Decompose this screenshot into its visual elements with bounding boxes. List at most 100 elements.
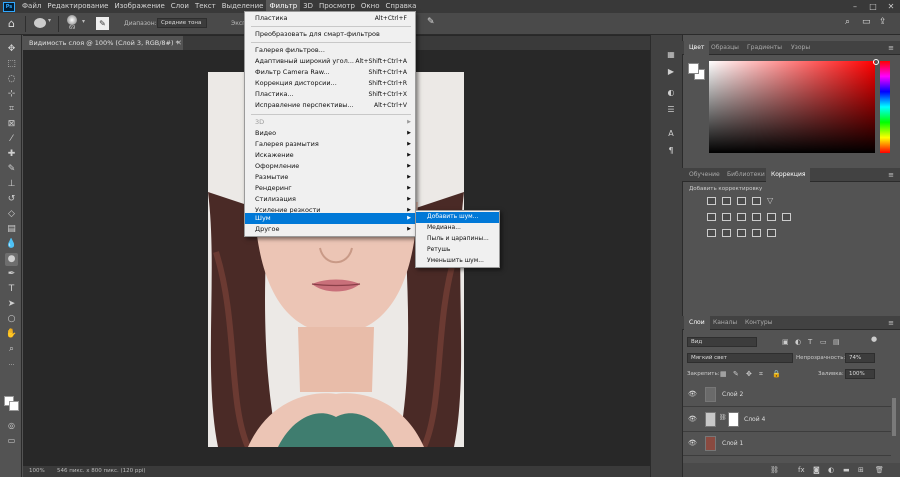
quick-select-tool-icon[interactable]: ⊹ [5, 88, 18, 101]
visibility-eye-icon[interactable]: 👁 [688, 439, 697, 447]
hue-saturation-icon[interactable] [707, 213, 716, 221]
blur-tool-icon[interactable]: 💧 [5, 238, 18, 251]
move-tool-icon[interactable]: ✥ [5, 43, 18, 56]
layer-filter-select[interactable]: Вид [687, 337, 757, 347]
workspace-icon[interactable]: ▭ [862, 17, 871, 27]
tab-patterns[interactable]: Узоры [786, 41, 815, 55]
filter-adjustment-icon[interactable]: ◐ [795, 337, 801, 347]
character-icon[interactable]: A [665, 128, 677, 140]
black-white-icon[interactable] [737, 213, 746, 221]
foreground-swatch[interactable] [688, 63, 699, 74]
marquee-tool-icon[interactable]: ⬚ [5, 58, 18, 71]
lock-image-icon[interactable]: ✎ [733, 369, 739, 379]
mask-link-icon[interactable]: ⛓ [719, 414, 727, 421]
menu-item-distort[interactable]: Искажение ▶ [245, 150, 415, 161]
menu-item-other[interactable]: Другое ▶ [245, 224, 415, 235]
tool-preset-dropdown-icon[interactable]: ▾ [48, 17, 51, 24]
gradient-tool-icon[interactable]: ▤ [5, 223, 18, 236]
photo-filter-icon[interactable] [752, 213, 761, 221]
dodge-tool-icon[interactable]: ● [5, 253, 18, 266]
layer-style-icon[interactable]: fx [798, 465, 805, 475]
filter-pixel-icon[interactable]: ▣ [782, 337, 789, 347]
blend-mode-select[interactable]: Мягкий свет [687, 353, 793, 363]
brush-tool-icon[interactable]: ✎ [5, 163, 18, 176]
menu-item-convert-smart[interactable]: Преобразовать для смарт-фильтров [245, 29, 415, 40]
channel-mixer-icon[interactable] [767, 213, 776, 221]
close-window-icon[interactable]: ✕ [882, 0, 900, 13]
new-group-icon[interactable]: ▬ [843, 465, 850, 475]
tab-paths[interactable]: Контуры [740, 316, 777, 330]
submenu-item-add-noise[interactable]: Добавить шум... [416, 212, 499, 223]
menu-item-vanishing-point[interactable]: Исправление перспективы... Alt+Ctrl+V [245, 100, 415, 111]
submenu-item-median[interactable]: Медиана... [416, 223, 499, 234]
background-color-swatch[interactable] [9, 401, 19, 411]
fill-input[interactable]: 100% [845, 369, 875, 379]
history-brush-tool-icon[interactable]: ↺ [5, 193, 18, 206]
levels-icon[interactable] [722, 197, 731, 205]
brightness-icon[interactable] [707, 197, 716, 205]
eraser-tool-icon[interactable]: ◇ [5, 208, 18, 221]
crop-tool-icon[interactable]: ⌗ [5, 103, 18, 116]
hand-tool-icon[interactable]: ✋ [5, 328, 18, 341]
tablet-pressure-icon[interactable]: ✎ [427, 17, 435, 27]
close-tab-icon[interactable]: ✕ [176, 36, 182, 50]
curves-icon[interactable] [737, 197, 746, 205]
hue-slider[interactable] [880, 61, 890, 153]
lasso-tool-icon[interactable]: ◌ [5, 73, 18, 86]
filter-smart-icon[interactable]: ▤ [833, 337, 840, 347]
eyedropper-tool-icon[interactable]: ⁄ [5, 133, 18, 146]
home-icon[interactable]: ⌂ [8, 17, 15, 30]
opacity-input[interactable]: 74% [845, 353, 875, 363]
menu-item-adaptive-wide-angle[interactable]: Адаптивный широкий угол... Alt+Shift+Ctrl… [245, 56, 415, 67]
brush-settings-icon[interactable]: ✎ [96, 17, 109, 30]
menu-item-blur-gallery[interactable]: Галерея размытия ▶ [245, 139, 415, 150]
delete-layer-icon[interactable]: 🗑 [875, 465, 884, 475]
layers-scrollbar[interactable] [892, 398, 896, 436]
path-select-tool-icon[interactable]: ➤ [5, 298, 18, 311]
filter-type-icon[interactable]: T [808, 337, 812, 347]
actions-play-icon[interactable]: ▶ [665, 66, 677, 78]
minimize-icon[interactable]: – [846, 0, 864, 13]
vibrance-icon[interactable]: ▽ [767, 197, 776, 205]
lock-transparent-icon[interactable]: ▦ [720, 369, 727, 379]
properties-icon[interactable]: ☰ [665, 104, 677, 116]
layer-row[interactable]: 👁 Слой 1 [683, 432, 891, 456]
submenu-item-reduce-noise[interactable]: Уменьшить шум... [416, 256, 499, 267]
brush-preview-icon[interactable] [67, 15, 77, 25]
lock-all-icon[interactable]: 🔒 [772, 369, 781, 379]
brush-dropdown-icon[interactable]: ▾ [82, 18, 85, 25]
menu-item-noise[interactable]: Шум ▶ [245, 213, 415, 224]
search-icon[interactable]: ⌕ [845, 17, 850, 27]
menu-type[interactable]: Текст [192, 0, 219, 13]
menu-item-filter-gallery[interactable]: Галерея фильтров... [245, 45, 415, 56]
frame-tool-icon[interactable]: ⊠ [5, 118, 18, 131]
layer-row[interactable]: 👁 ⛓ Слой 4 [683, 408, 891, 432]
tab-libraries[interactable]: Библиотеки [722, 168, 770, 182]
submenu-item-dust-scratches[interactable]: Пыль и царапины... [416, 234, 499, 245]
menu-edit[interactable]: Редактирование [44, 0, 111, 13]
color-balance-icon[interactable] [722, 213, 731, 221]
healing-brush-tool-icon[interactable]: ✚ [5, 148, 18, 161]
exposure-icon[interactable] [752, 197, 761, 205]
ellipse-tool-icon[interactable]: ○ [5, 313, 18, 326]
visibility-eye-icon[interactable]: 👁 [688, 415, 697, 423]
menu-item-stylize[interactable]: Стилизация ▶ [245, 194, 415, 205]
dodge-tool-icon[interactable] [34, 18, 46, 28]
range-select[interactable]: Средние тона [157, 18, 207, 28]
menu-item-video[interactable]: Видео ▶ [245, 128, 415, 139]
visibility-eye-icon[interactable]: 👁 [688, 390, 697, 398]
zoom-level[interactable]: 100% [29, 466, 45, 477]
paragraph-icon[interactable]: ¶ [665, 145, 677, 157]
posterize-icon[interactable] [722, 229, 731, 237]
menu-item-render[interactable]: Рендеринг ▶ [245, 183, 415, 194]
more-tools-icon[interactable]: ··· [5, 359, 18, 372]
gradient-map-icon[interactable] [752, 229, 761, 237]
color-lookup-icon[interactable] [782, 213, 791, 221]
menu-item-lens-correction[interactable]: Коррекция дисторсии... Shift+Ctrl+R [245, 78, 415, 89]
link-layers-icon[interactable]: ⛓ [770, 465, 779, 475]
new-layer-icon[interactable]: ⊞ [858, 465, 864, 475]
panel-menu-icon[interactable]: ≡ [888, 41, 894, 55]
invert-icon[interactable] [707, 229, 716, 237]
layer-row[interactable]: 👁 Слой 2 [683, 383, 891, 407]
add-mask-icon[interactable]: ◙ [813, 465, 820, 475]
